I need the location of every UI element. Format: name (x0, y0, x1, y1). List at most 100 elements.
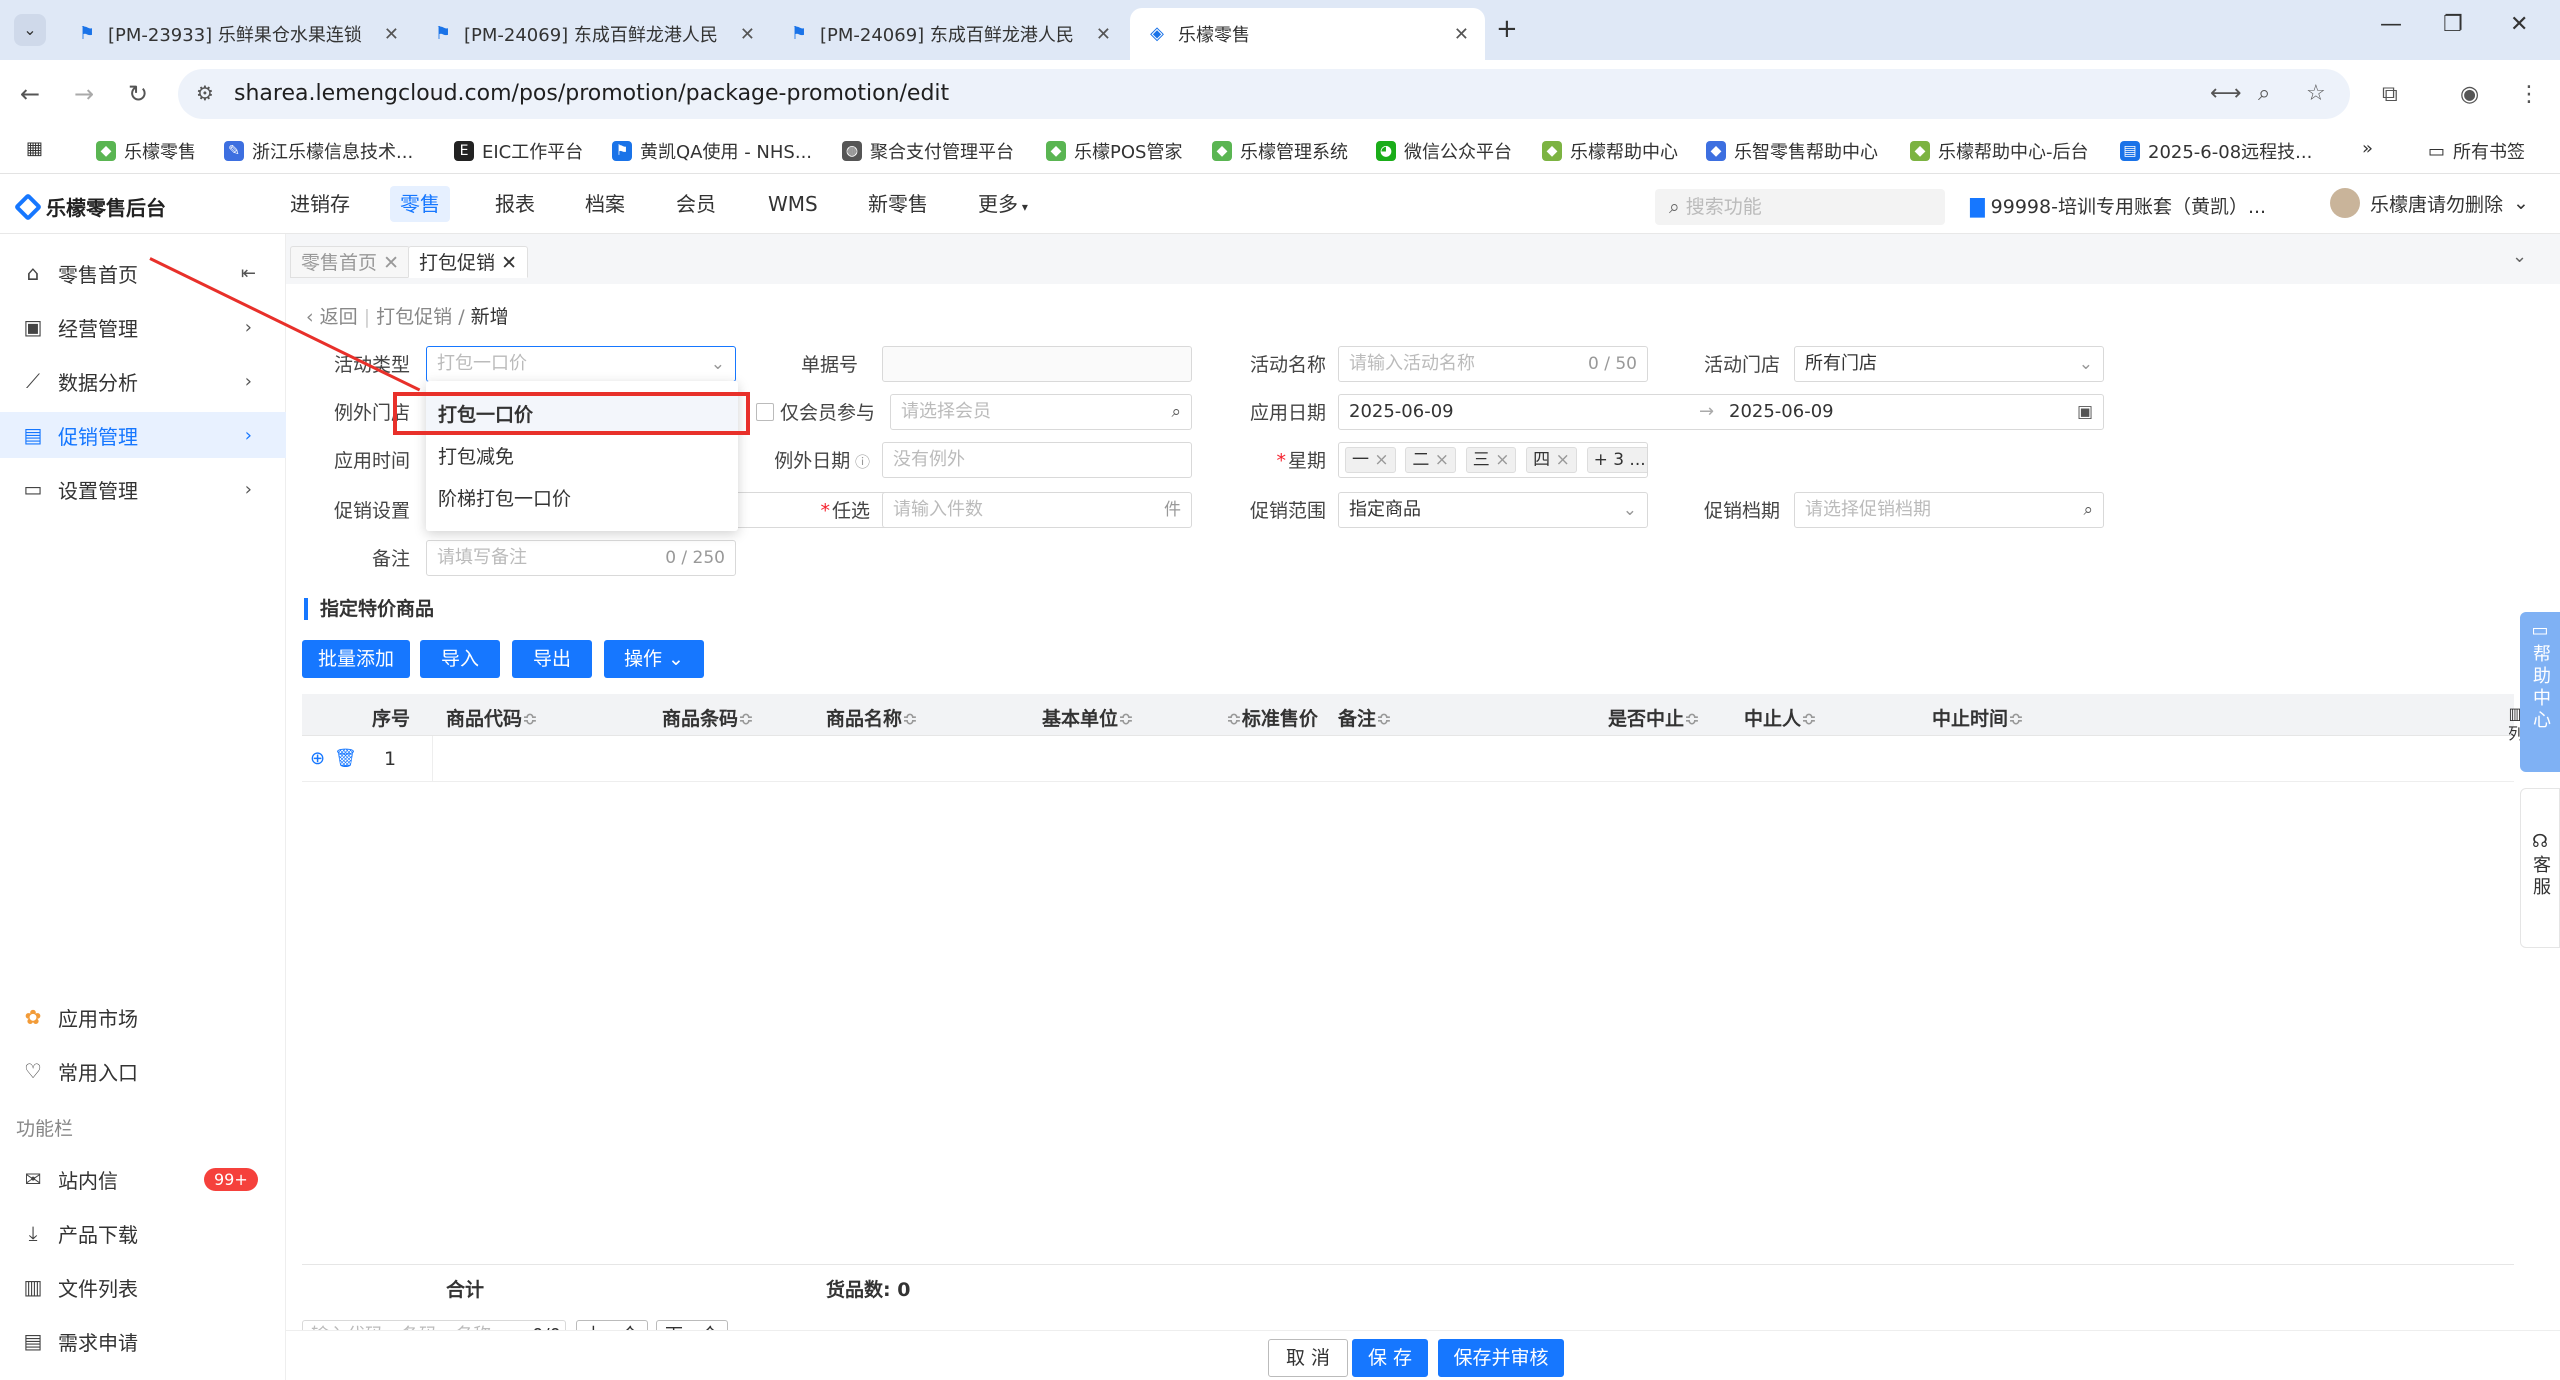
optional-count-input[interactable]: 请输入件数 件 (882, 492, 1192, 528)
sidebar-item-operations[interactable]: ▣ 经营管理 › (0, 304, 286, 350)
user-menu[interactable]: 乐檬唐请勿删除 ⌄ (2330, 188, 2529, 218)
app-logo[interactable]: 乐檬零售后台 (13, 192, 166, 221)
site-info-icon[interactable]: ⚙ (196, 81, 214, 105)
bookmark-item[interactable]: E EIC工作平台 (454, 138, 583, 164)
batch-add-button[interactable]: 批量添加 (302, 640, 410, 678)
import-button[interactable]: 导入 (420, 640, 500, 678)
close-icon[interactable]: ✕ (384, 24, 399, 45)
close-icon[interactable]: ✕ (1096, 24, 1111, 45)
collapse-sidebar-icon[interactable]: ⇤ (241, 263, 256, 284)
export-button[interactable]: 导出 (512, 640, 592, 678)
browser-tab-2[interactable]: ⚑ [PM-24069] 东成百鲜龙港人民 ✕ (416, 8, 771, 60)
column-header[interactable]: 中止人≎ (1744, 704, 1817, 731)
member-only-checkbox[interactable]: 仅会员参与 (756, 398, 875, 425)
close-icon[interactable]: ✕ (1454, 24, 1469, 45)
menu-icon[interactable]: ⋮ (2518, 82, 2540, 107)
sidebar-item-promotions[interactable]: ▤ 促销管理 › (0, 412, 286, 458)
bookmark-item[interactable]: ◕ 微信公众平台 (1376, 138, 1512, 164)
search-icon[interactable]: ⌕ (2083, 493, 2093, 527)
nav-inventory[interactable]: 进销存 (280, 186, 360, 222)
translate-icon[interactable]: ⟷ (2210, 81, 2242, 106)
minimize-icon[interactable]: — (2380, 12, 2402, 37)
close-icon[interactable]: × (1435, 450, 1449, 470)
weekday-select[interactable]: 一 × 二 × 三 × 四 × + 3 ... (1338, 442, 1648, 478)
apply-date-range[interactable]: 2025-06-09 → 2025-06-09 ▣ (1338, 394, 2104, 430)
all-bookmarks[interactable]: ▭ 所有书签 (2428, 138, 2525, 164)
apply-date-end[interactable]: 2025-06-09 (1729, 395, 1834, 429)
page-tab-package-promo[interactable]: 打包促销 ✕ (408, 246, 528, 278)
bookmark-item[interactable]: ◆ 乐智零售帮助中心 (1706, 138, 1878, 164)
column-header[interactable]: 基本单位≎ (1042, 704, 1134, 731)
dropdown-option[interactable]: 打包减免 (426, 437, 738, 477)
bookmark-item[interactable]: ◍ 聚合支付管理平台 (842, 138, 1014, 164)
bookmark-item[interactable]: ▤ 2025-6-08远程技... (2120, 138, 2312, 164)
activity-type-select[interactable]: 打包一口价 ⌄ (426, 346, 736, 382)
help-center-widget[interactable]: ▭ 帮助中心 (2520, 612, 2560, 772)
nav-wms[interactable]: WMS (758, 186, 828, 222)
nav-new-retail[interactable]: 新零售 (858, 186, 938, 222)
window-close-icon[interactable]: ✕ (2510, 12, 2528, 37)
bookmark-item[interactable]: ⚑ 黄凯QA使用 - NHS... (612, 138, 812, 164)
customer-service-widget[interactable]: ☊ 客服 (2520, 788, 2560, 948)
cancel-button[interactable]: 取 消 (1268, 1339, 1348, 1377)
close-icon[interactable]: ✕ (383, 252, 399, 274)
browser-tab-3[interactable]: ⚑ [PM-24069] 东成百鲜龙港人民 ✕ (772, 8, 1127, 60)
nav-archives[interactable]: 档案 (575, 186, 635, 222)
exclude-date-input[interactable]: 没有例外 (882, 442, 1192, 478)
member-select[interactable]: 请选择会员 ⌕ (890, 394, 1192, 430)
tabs-menu-icon[interactable]: ⌄ (2512, 246, 2527, 267)
function-search[interactable]: ⌕ 搜索功能 (1655, 189, 1945, 225)
bookmark-item[interactable]: ✎ 浙江乐檬信息技术... (224, 138, 413, 164)
nav-reports[interactable]: 报表 (485, 186, 545, 222)
nav-retail[interactable]: 零售 (390, 186, 450, 222)
column-header[interactable]: 中止时间≎ (1932, 704, 2024, 731)
delete-row-icon[interactable]: 🗑 (334, 748, 357, 769)
promo-period-select[interactable]: 请选择促销档期 ⌕ (1794, 492, 2104, 528)
breadcrumb-parent[interactable]: 打包促销 (376, 306, 452, 328)
bookmark-item[interactable]: ◆ 乐檬管理系统 (1212, 138, 1348, 164)
promo-scope-select[interactable]: 指定商品 ⌄ (1338, 492, 1648, 528)
apps-icon[interactable]: ▦ (26, 138, 43, 159)
close-icon[interactable]: × (1556, 450, 1570, 470)
remark-input[interactable]: 请填写备注 0 / 250 (426, 540, 736, 576)
sidebar-app-market[interactable]: ✿ 应用市场 (0, 994, 286, 1040)
browser-tab-1[interactable]: ⚑ [PM-23933] 乐鲜果仓水果连锁 ✕ (60, 8, 415, 60)
omnibox[interactable]: ⚙ sharea.lemengcloud.com/pos/promotion/p… (178, 69, 2350, 119)
bookmark-item[interactable]: ◆ 乐檬帮助中心 (1542, 138, 1678, 164)
back-icon[interactable]: ← (20, 80, 40, 108)
extensions-icon[interactable]: ⧉ (2382, 82, 2398, 107)
sidebar-messages[interactable]: ✉ 站内信 99+ (0, 1156, 286, 1202)
sidebar-favorites[interactable]: ♡ 常用入口 (0, 1048, 286, 1094)
sidebar-requests[interactable]: ▤ 需求申请 (0, 1318, 286, 1364)
column-header[interactable]: 商品名称≎ (826, 704, 918, 731)
column-header[interactable]: 商品条码≎ (662, 704, 754, 731)
operate-dropdown-button[interactable]: 操作 ⌄ (604, 640, 704, 678)
nav-members[interactable]: 会员 (666, 186, 726, 222)
close-icon[interactable]: × (1374, 450, 1388, 470)
save-button[interactable]: 保 存 (1352, 1339, 1428, 1377)
profile-icon[interactable]: ◉ (2460, 82, 2479, 107)
bookmark-star-icon[interactable]: ☆ (2306, 81, 2326, 106)
column-header[interactable]: 备注≎ (1338, 704, 1392, 731)
sidebar-item-analytics[interactable]: ⟋ 数据分析 › (0, 358, 286, 404)
save-and-audit-button[interactable]: 保存并审核 (1438, 1339, 1564, 1377)
account-selector[interactable]: ▇ 99998-培训专用账套（黄凯）... (1970, 192, 2266, 219)
activity-store-select[interactable]: 所有门店 ⌄ (1794, 346, 2104, 382)
forward-icon[interactable]: → (74, 80, 94, 108)
bookmark-item[interactable]: ◆ 乐檬零售 (96, 138, 196, 164)
bookmark-item[interactable]: ◆ 乐檬POS管家 (1046, 138, 1182, 164)
search-icon[interactable]: ⌕ (1171, 395, 1181, 429)
browser-tab-4[interactable]: ◈ 乐檬零售 ✕ (1130, 8, 1485, 60)
page-tab-retail-home[interactable]: 零售首页 ✕ (290, 246, 410, 278)
close-icon[interactable]: ✕ (740, 24, 755, 45)
nav-more[interactable]: 更多 ▾ (968, 186, 1038, 222)
new-tab-icon[interactable]: + (1496, 14, 1518, 44)
add-row-icon[interactable]: ⊕ (310, 748, 325, 769)
sidebar-file-list[interactable]: ▥ 文件列表 (0, 1264, 286, 1310)
zoom-icon[interactable]: ⌕ (2258, 81, 2270, 106)
apply-date-start[interactable]: 2025-06-09 (1349, 401, 1454, 422)
close-icon[interactable]: ✕ (501, 252, 517, 274)
dropdown-option[interactable]: 阶梯打包一口价 (426, 479, 738, 519)
more-bookmarks-icon[interactable]: » (2362, 138, 2373, 159)
sidebar-downloads[interactable]: ⤓ 产品下载 (0, 1210, 286, 1256)
